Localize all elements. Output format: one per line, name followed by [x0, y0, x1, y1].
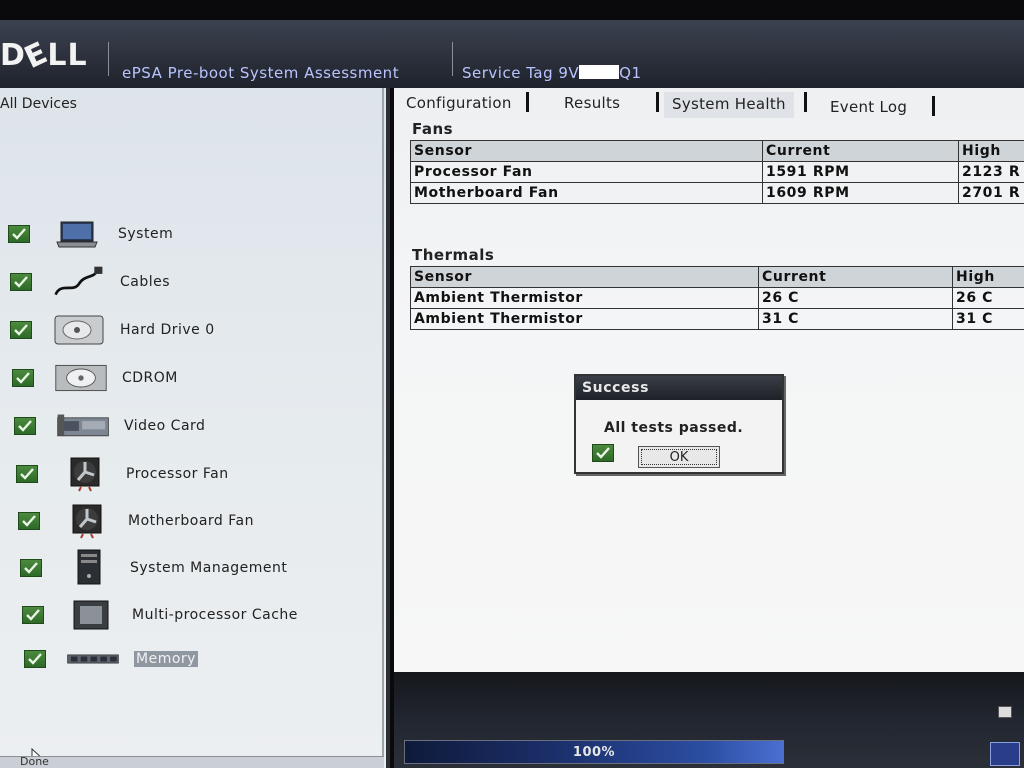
device-item-hard-drive[interactable]: Hard Drive 0	[10, 310, 215, 350]
progress-label: 100%	[572, 744, 616, 760]
video-card-icon	[56, 408, 110, 444]
device-checkbox[interactable]	[24, 650, 46, 668]
thermals-table: Sensor Current High Ambient Thermistor 2…	[410, 266, 1024, 330]
device-checkbox[interactable]	[10, 273, 32, 291]
device-item-multiprocessor-cache[interactable]: Multi-processor Cache	[22, 595, 298, 635]
header-divider	[108, 42, 109, 76]
fans-table: Sensor Current High Processor Fan 1591 R…	[410, 140, 1024, 204]
device-item-system-management[interactable]: System Management	[20, 548, 287, 588]
tab-results[interactable]: Results	[564, 94, 620, 112]
device-item-motherboard-fan[interactable]: Motherboard Fan	[18, 501, 254, 541]
header-divider	[452, 42, 453, 76]
table-row: Ambient Thermistor 31 C 31 C	[410, 308, 1024, 330]
device-item-video-card[interactable]: Video Card	[14, 406, 205, 446]
memory-icon	[66, 641, 120, 677]
device-item-processor-fan[interactable]: Processor Fan	[16, 454, 229, 494]
device-checkbox[interactable]	[8, 225, 30, 243]
column-header: Current	[758, 266, 953, 288]
tab-configuration[interactable]: Configuration	[406, 94, 512, 112]
app-header: DELL ePSA Pre-boot System Assessment Ser…	[0, 20, 1024, 88]
table-row: Ambient Thermistor 26 C 26 C	[410, 287, 1024, 309]
table-cell: 31 C	[952, 308, 1024, 330]
table-cell: 1609 RPM	[762, 182, 959, 204]
progress-area: 100%	[394, 672, 1024, 768]
cdrom-icon	[54, 360, 108, 396]
table-cell: Ambient Thermistor	[410, 287, 759, 309]
ok-button[interactable]: OK	[638, 446, 720, 468]
column-header: High	[952, 266, 1024, 288]
device-item-memory[interactable]: Memory	[24, 639, 198, 679]
device-checkbox[interactable]	[22, 606, 44, 624]
device-label: Processor Fan	[126, 466, 229, 482]
option-checkbox[interactable]	[998, 706, 1012, 718]
table-cell: 31 C	[758, 308, 953, 330]
hard-drive-icon	[52, 312, 106, 348]
action-button[interactable]	[990, 742, 1020, 766]
success-dialog: Success All tests passed. OK	[574, 374, 784, 474]
table-cell: Ambient Thermistor	[410, 308, 759, 330]
column-header: Sensor	[410, 140, 763, 162]
thermals-heading: Thermals	[412, 246, 495, 264]
table-row: Processor Fan 1591 RPM 2123 R	[410, 161, 1024, 183]
fan-icon	[60, 503, 114, 539]
device-checkbox[interactable]	[12, 369, 34, 387]
tab-divider	[526, 92, 529, 112]
tab-divider	[656, 92, 659, 112]
device-label: CDROM	[122, 370, 178, 386]
device-checkbox[interactable]	[16, 465, 38, 483]
table-cell: 26 C	[758, 287, 953, 309]
tower-icon	[62, 549, 116, 586]
status-bar: Done	[0, 755, 384, 768]
column-header: Sensor	[410, 266, 759, 288]
device-checkbox[interactable]	[18, 512, 40, 530]
dialog-message: All tests passed.	[604, 420, 744, 436]
table-row: Motherboard Fan 1609 RPM 2701 R	[410, 182, 1024, 204]
device-checkbox[interactable]	[20, 559, 42, 577]
dialog-title: Success	[576, 376, 782, 400]
table-cell: Motherboard Fan	[410, 182, 763, 204]
fan-icon	[58, 456, 112, 492]
table-cell: Processor Fan	[410, 161, 763, 183]
table-cell: 2123 R	[958, 161, 1024, 183]
device-label: Multi-processor Cache	[132, 607, 298, 623]
device-checkbox[interactable]	[14, 417, 36, 435]
status-text: Done	[20, 755, 49, 768]
chip-icon	[64, 597, 118, 633]
laptop-icon	[50, 216, 104, 252]
table-cell: 26 C	[952, 287, 1024, 309]
dell-logo: DELL	[0, 35, 88, 76]
cable-icon	[52, 264, 106, 300]
device-label: Memory	[134, 651, 198, 667]
tab-divider	[804, 92, 807, 112]
device-label: Cables	[120, 274, 171, 290]
tab-event-log[interactable]: Event Log	[830, 98, 907, 116]
device-pane: All Devices System Cables Hard Drive 0 C…	[0, 88, 390, 768]
device-checkbox[interactable]	[10, 321, 32, 339]
column-header: Current	[762, 140, 959, 162]
device-item-cables[interactable]: Cables	[10, 262, 170, 302]
device-item-system[interactable]: System	[8, 214, 173, 254]
table-cell: 1591 RPM	[762, 161, 959, 183]
column-header: High	[958, 140, 1024, 162]
fans-heading: Fans	[412, 120, 454, 138]
tab-divider	[932, 96, 935, 116]
device-label: System	[118, 226, 174, 242]
device-label: System Management	[130, 560, 288, 576]
all-devices-heading: All Devices	[0, 96, 77, 112]
progress-bar: 100%	[404, 740, 784, 764]
tab-bar: Configuration Results System Health Even…	[394, 88, 1024, 118]
service-tag: Service Tag 9V Q1	[462, 64, 642, 82]
tab-system-health[interactable]: System Health	[664, 92, 794, 118]
device-label: Motherboard Fan	[128, 513, 254, 529]
device-label: Hard Drive 0	[120, 322, 215, 338]
device-item-cdrom[interactable]: CDROM	[12, 358, 178, 398]
table-cell: 2701 R	[958, 182, 1024, 204]
app-title: ePSA Pre-boot System Assessment	[122, 64, 400, 82]
device-label: Video Card	[124, 418, 206, 434]
success-check-icon	[592, 444, 614, 462]
